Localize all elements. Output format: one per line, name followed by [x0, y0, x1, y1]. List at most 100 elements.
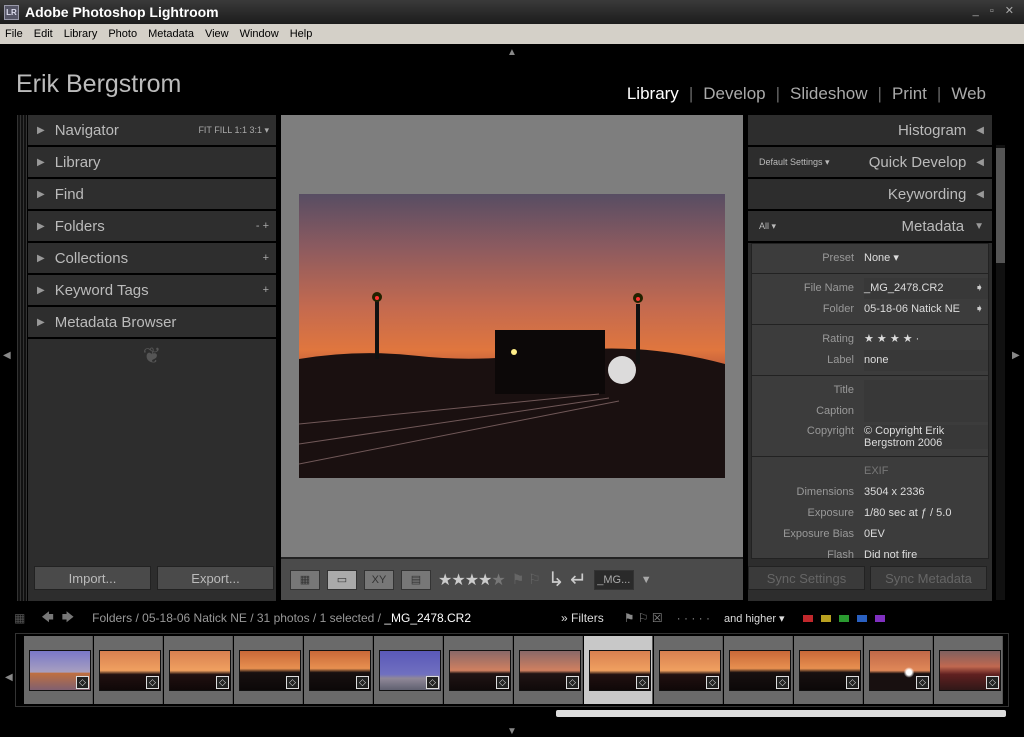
module-print[interactable]: Print [892, 84, 927, 104]
label-field[interactable]: none [864, 350, 988, 371]
forward-arrow-icon[interactable]: 🡆 [62, 608, 74, 629]
panel-quick-develop[interactable]: Default Settings ▾ Quick Develop ◀ [748, 147, 992, 179]
grid-toggle-icon[interactable]: ▦ [14, 611, 25, 625]
rotate-icons[interactable]: ↳ ↵ [548, 567, 587, 592]
window-controls[interactable]: _ ▫ ✕ [973, 4, 1018, 17]
left-panel-grip[interactable] [17, 115, 27, 601]
top-panel-toggle-icon[interactable]: ▲ [507, 47, 517, 58]
loupe-view-icon[interactable]: ▭ [327, 569, 357, 590]
panel-histogram[interactable]: Histogram ◀ [748, 115, 992, 147]
back-arrow-icon[interactable]: 🡄 [41, 608, 53, 629]
panel-folders[interactable]: ▶ Folders - + [28, 211, 276, 243]
caption-field[interactable] [864, 401, 988, 422]
filmstrip-cell[interactable]: ◇ [24, 636, 93, 704]
rating-filter-select[interactable]: and higher ▾ [724, 612, 785, 625]
panel-navigator[interactable]: ▶ Navigator FIT FILL 1:1 3:1 ▾ [28, 115, 276, 147]
menu-help[interactable]: Help [290, 28, 313, 40]
compare-view-icon[interactable]: XY [364, 569, 394, 590]
rating-filter-dots[interactable]: · · · · · [677, 611, 710, 625]
toolbar-menu-chevron-icon[interactable]: ▼ [641, 574, 652, 586]
bottom-panel-toggle-icon[interactable]: ▼ [507, 726, 517, 737]
flag-icons[interactable]: ⚑ ⚐ [512, 571, 541, 588]
survey-view-icon[interactable]: ▤ [401, 569, 431, 590]
thumbnail[interactable]: ◇ [589, 650, 651, 691]
panel-collections[interactable]: ▶ Collections + [28, 243, 276, 275]
thumbnail[interactable]: ◇ [29, 650, 91, 691]
label-color-swatch[interactable] [874, 615, 885, 622]
copyright-field[interactable]: © Copyright Erik Bergstrom 2006 [864, 425, 988, 449]
title-field[interactable] [864, 380, 988, 401]
label-color-swatch[interactable] [838, 615, 849, 622]
filmstrip-cell[interactable]: ◇ [654, 636, 723, 704]
filmstrip-cell[interactable]: ◇ [724, 636, 793, 704]
thumbnail[interactable]: ◇ [239, 650, 301, 691]
filmstrip-cell[interactable]: ◇ [584, 636, 653, 704]
thumbnail[interactable]: ◇ [659, 650, 721, 691]
thumbnail[interactable]: ◇ [869, 650, 931, 691]
label-color-filters[interactable] [802, 611, 893, 625]
filmstrip-cell[interactable]: ◇ [234, 636, 303, 704]
import-button[interactable]: Import... [34, 566, 151, 590]
filmstrip-left-icon[interactable]: ◀ [5, 672, 13, 683]
thumbnail[interactable]: ◇ [379, 650, 441, 691]
filmstrip-cell[interactable]: ◇ [934, 636, 1003, 704]
filmstrip-cell[interactable]: ◇ [794, 636, 863, 704]
label-color-swatch[interactable] [820, 615, 831, 622]
thumbnail[interactable]: ◇ [939, 650, 1001, 691]
thumbnail[interactable]: ◇ [309, 650, 371, 691]
file-name-field[interactable]: _MG_2478.CR2 ➧ [864, 278, 988, 299]
right-panel-scrollbar[interactable] [996, 145, 1005, 600]
filmstrip-cell[interactable]: ◇ [444, 636, 513, 704]
panel-library[interactable]: ▶ Library [28, 147, 276, 179]
filters-toggle[interactable]: » Filters [561, 611, 604, 625]
menu-photo[interactable]: Photo [108, 28, 137, 40]
main-photo[interactable] [299, 194, 725, 478]
sync-settings-button[interactable]: Sync Settings [748, 566, 865, 590]
menu-window[interactable]: Window [240, 28, 279, 40]
filmstrip-cell[interactable]: ◇ [94, 636, 163, 704]
right-panel-toggle-icon[interactable]: ▶ [1012, 350, 1020, 361]
window-title: Adobe Photoshop Lightroom [25, 4, 219, 20]
breadcrumb[interactable]: Folders / 05-18-06 Natick NE / 31 photos… [92, 611, 471, 625]
filmstrip-cell[interactable]: ◇ [374, 636, 443, 704]
menu-metadata[interactable]: Metadata [148, 28, 194, 40]
panel-find[interactable]: ▶ Find [28, 179, 276, 211]
filmstrip-cell[interactable]: ◇ [304, 636, 373, 704]
menu-file[interactable]: File [5, 28, 23, 40]
left-panel-toggle-icon[interactable]: ◀ [3, 350, 11, 361]
thumbnail[interactable]: ◇ [99, 650, 161, 691]
menu-library[interactable]: Library [64, 28, 98, 40]
flag-filter-icons[interactable]: ⚑ ⚐ ☒ [624, 611, 663, 625]
rating-field[interactable]: ★ ★ ★ ★ · [864, 329, 988, 350]
filmstrip-cell[interactable]: ◇ [514, 636, 583, 704]
thumbnail[interactable]: ◇ [449, 650, 511, 691]
quick-develop-preset-select[interactable]: Default Settings ▾ [759, 157, 830, 168]
module-develop[interactable]: Develop [703, 84, 765, 104]
preset-select[interactable]: None ▾ [864, 248, 988, 269]
sync-metadata-button[interactable]: Sync Metadata [870, 566, 987, 590]
label-color-swatch[interactable] [802, 615, 813, 622]
module-slideshow[interactable]: Slideshow [790, 84, 868, 104]
metadata-preset-select[interactable]: All ▾ [759, 221, 776, 232]
rating-stars[interactable]: ★★★★★ [438, 570, 506, 590]
export-button[interactable]: Export... [157, 566, 274, 590]
grid-view-icon[interactable]: ▦ [290, 569, 320, 590]
filmstrip-cell[interactable]: ◇ [864, 636, 933, 704]
module-web[interactable]: Web [951, 84, 986, 104]
filmstrip-cell[interactable]: ◇ [164, 636, 233, 704]
folder-field[interactable]: 05-18-06 Natick NE ➧ [864, 299, 988, 320]
panel-keyword-tags[interactable]: ▶ Keyword Tags + [28, 275, 276, 307]
thumbnail[interactable]: ◇ [799, 650, 861, 691]
thumbnail[interactable]: ◇ [519, 650, 581, 691]
thumbnail[interactable]: ◇ [169, 650, 231, 691]
panel-keywording[interactable]: Keywording ◀ [748, 179, 992, 211]
panel-metadata-browser[interactable]: ▶ Metadata Browser [28, 307, 276, 339]
module-library[interactable]: Library [627, 84, 679, 104]
menu-view[interactable]: View [205, 28, 229, 40]
label-color-swatch[interactable] [856, 615, 867, 622]
thumbnail[interactable]: ◇ [729, 650, 791, 691]
menu-edit[interactable]: Edit [34, 28, 53, 40]
filmstrip-scrollbar[interactable] [556, 710, 1006, 717]
panel-metadata[interactable]: All ▾ Metadata ▼ [748, 211, 992, 243]
filename-field[interactable]: _MG... [593, 569, 634, 590]
